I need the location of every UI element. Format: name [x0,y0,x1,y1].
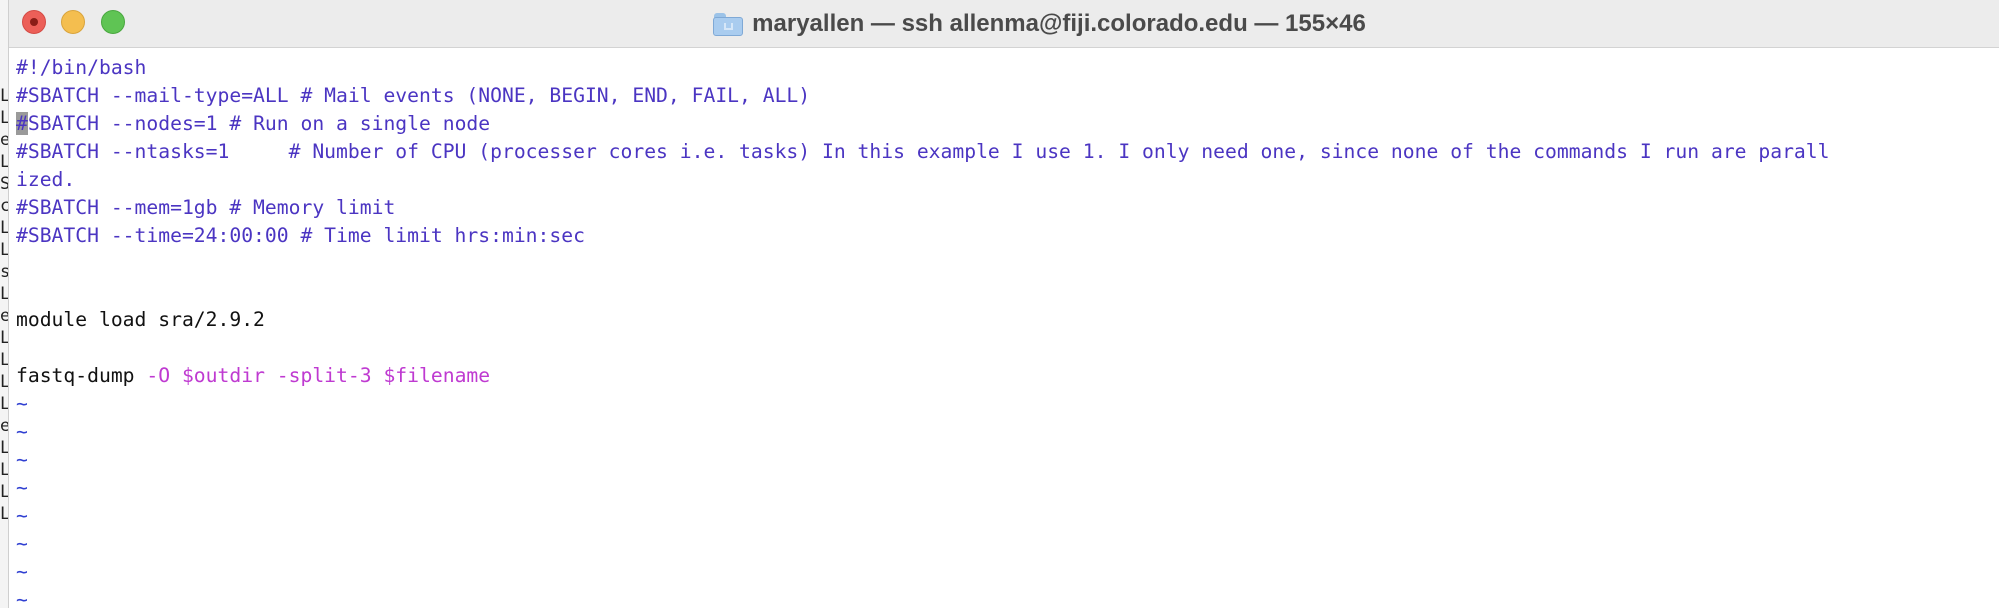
line-text: ~ [16,504,28,527]
terminal-window: maryallen — ssh allenma@fiji.colorado.ed… [8,0,1999,608]
folder-icon [713,12,744,36]
editor-line: ~ [16,390,1999,418]
line-text: ~ [16,588,28,608]
editor-line: ~ [16,446,1999,474]
line-text: module load sra/2.9.2 [16,308,265,331]
editor-line: ~ [16,474,1999,502]
editor-line: ~ [16,418,1999,446]
line-text: ~ [16,532,28,555]
editor-line: #SBATCH --mail-type=ALL # Mail events (N… [16,82,1999,110]
line-text: ~ [16,420,28,443]
line-text: ~ [16,476,28,499]
line-text: SBATCH --nodes=1 # Run on a single node [27,112,491,135]
line-text: ~ [16,392,28,415]
editor-line: ized. [16,166,1999,194]
editor-line: #SBATCH --time=24:00:00 # Time limit hrs… [16,222,1999,250]
line-text: #!/bin/bash [16,56,147,79]
editor-line: module load sra/2.9.2 [16,306,1999,334]
editor-line: ~ [16,586,1999,608]
editor-line: ~ [16,530,1999,558]
line-text: -O $outdir -split-3 $filename [146,364,491,387]
editor-line: #SBATCH --mem=1gb # Memory limit [16,194,1999,222]
editor-line: #SBATCH --nodes=1 # Run on a single node [16,110,1999,138]
line-text: #SBATCH --mem=1gb # Memory limit [16,196,396,219]
line-text: ~ [16,448,28,471]
editor-line: ~ [16,558,1999,586]
window-title: maryallen — ssh allenma@fiji.colorado.ed… [752,9,1366,37]
editor-line: ~ [16,502,1999,530]
line-text: ized. [16,168,76,191]
title-container: maryallen — ssh allenma@fiji.colorado.ed… [9,0,1999,47]
title-bar[interactable]: maryallen — ssh allenma@fiji.colorado.ed… [9,0,1999,48]
line-text: ~ [16,560,28,583]
line-text: #SBATCH --mail-type=ALL # Mail events (N… [16,84,811,107]
editor-line: fastq-dump -O $outdir -split-3 $filename [16,362,1999,390]
line-text: #SBATCH --ntasks=1 # Number of CPU (proc… [16,140,1830,163]
line-text: #SBATCH --time=24:00:00 # Time limit hrs… [16,224,585,247]
line-text: fastq-dump [16,364,147,387]
text-cursor: # [16,112,28,135]
vim-editor-buffer[interactable]: #!/bin/bash #SBATCH --mail-type=ALL # Mai… [16,54,1999,608]
editor-line: #SBATCH --ntasks=1 # Number of CPU (proc… [16,138,1999,166]
editor-line: #!/bin/bash [16,54,1999,82]
